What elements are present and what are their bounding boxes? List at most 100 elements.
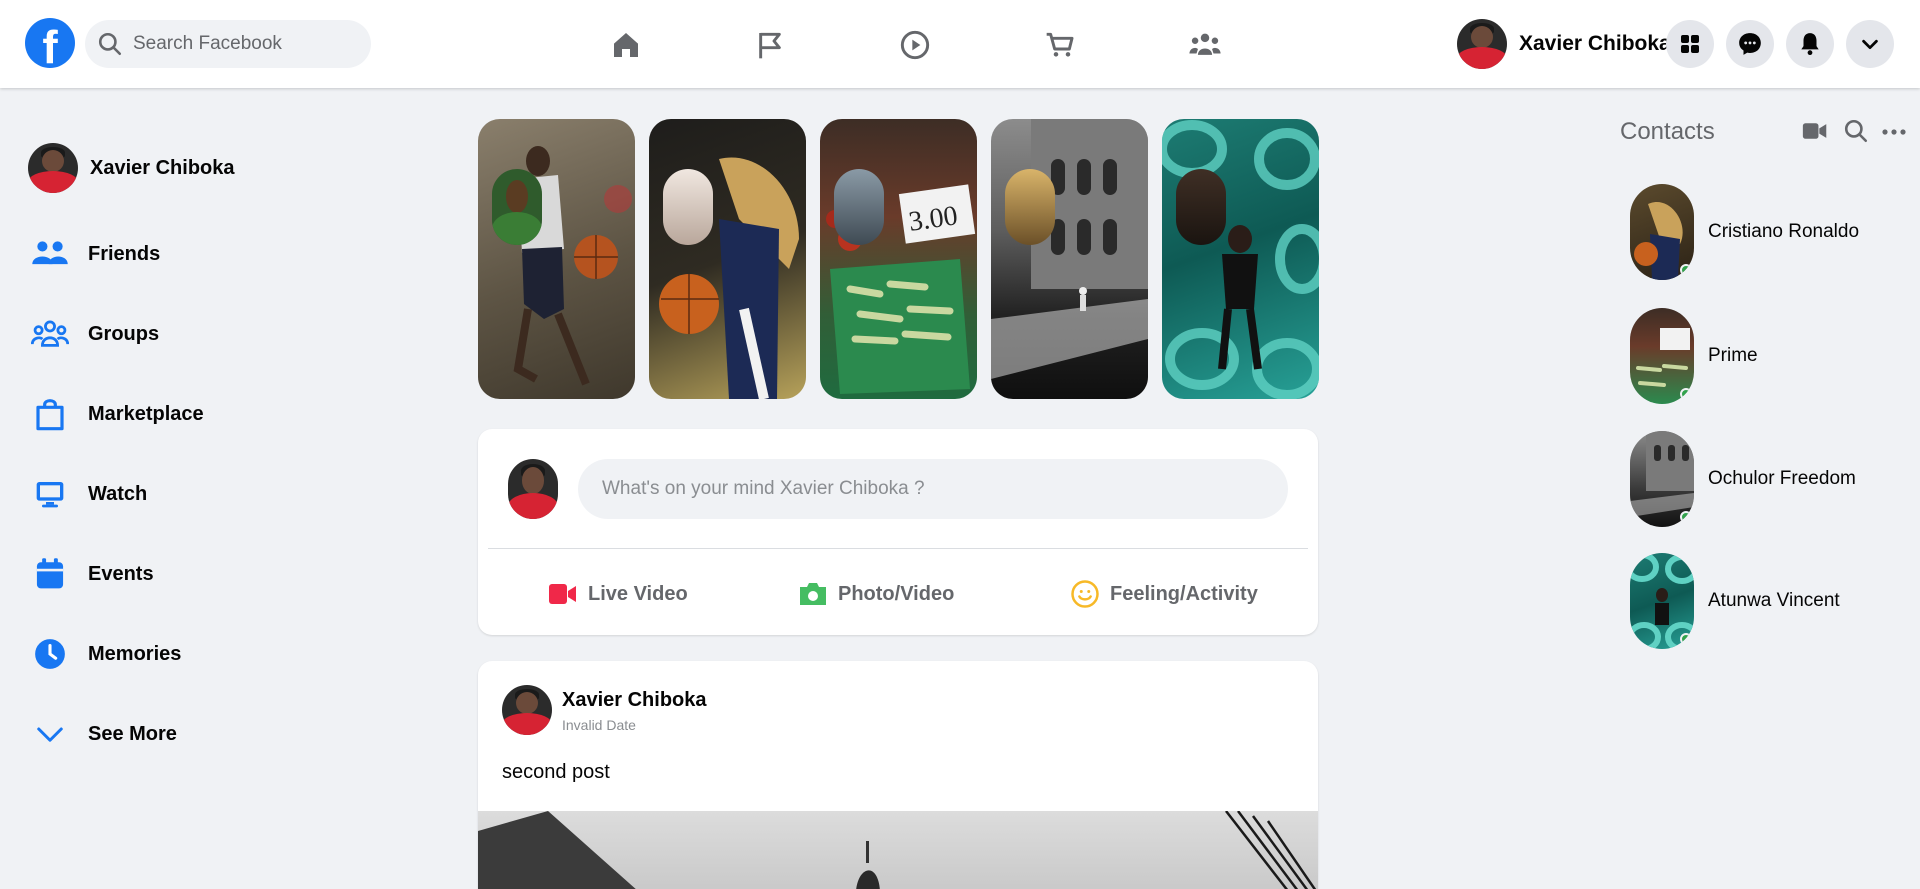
menu-button[interactable] — [1666, 20, 1714, 68]
chevron-down-icon — [37, 727, 63, 742]
post-composer: Live Video Photo/Video Feeling/Activity — [478, 429, 1318, 635]
messenger-icon — [1739, 33, 1761, 55]
sidebar-item-events[interactable]: Events — [28, 546, 348, 602]
search-input[interactable] — [133, 20, 361, 68]
post-text: second post — [502, 761, 610, 783]
contact-avatar — [1630, 431, 1694, 527]
contacts-search-button[interactable] — [1843, 118, 1869, 149]
story-image — [1162, 120, 1319, 399]
sidebar-item-label: Memories — [88, 642, 182, 665]
story-card[interactable] — [649, 119, 806, 399]
avatar — [508, 459, 558, 519]
chevron-down-icon — [1862, 39, 1878, 50]
new-room-button[interactable] — [1802, 120, 1828, 147]
groups-nav[interactable] — [1182, 22, 1228, 68]
sidebar-item-watch[interactable]: Watch — [28, 466, 348, 522]
story-avatar — [492, 169, 542, 245]
marketplace-nav[interactable] — [1037, 22, 1083, 68]
messenger-button[interactable] — [1726, 20, 1774, 68]
feeling-activity-label: Feeling/Activity — [1110, 582, 1258, 605]
contacts-title: Contacts — [1620, 118, 1715, 145]
story-image — [991, 119, 1148, 379]
sidebar-item-marketplace[interactable]: Marketplace — [28, 386, 348, 442]
online-indicator — [1680, 633, 1692, 645]
video-camera-icon — [549, 584, 576, 604]
story-avatar — [834, 169, 884, 245]
sidebar-item-profile[interactable]: Xavier Chiboka — [28, 140, 348, 196]
online-indicator — [1680, 388, 1692, 400]
contacts-options-button[interactable] — [1880, 120, 1908, 149]
story-card[interactable] — [1162, 119, 1319, 399]
story-avatar — [663, 169, 713, 245]
post-author[interactable]: Xavier Chiboka — [562, 689, 707, 712]
post-date: Invalid Date — [562, 717, 636, 733]
contact-avatar — [1630, 308, 1694, 404]
groups-icon — [1189, 33, 1221, 55]
pages-nav[interactable] — [747, 22, 793, 68]
photo-video-label: Photo/Video — [838, 582, 955, 605]
smiley-icon — [1071, 580, 1099, 608]
video-camera-icon — [1802, 123, 1827, 139]
contact-item[interactable]: Ochulor Freedom — [1630, 431, 1900, 527]
contact-name: Prime — [1708, 345, 1758, 366]
story-image: 3.00 — [826, 184, 976, 394]
online-indicator — [1680, 264, 1692, 276]
sidebar-item-label: Marketplace — [88, 402, 204, 425]
online-indicator — [1680, 511, 1692, 523]
sidebar-item-label: Friends — [88, 242, 161, 265]
sidebar-item-see-more[interactable]: See More — [28, 706, 348, 762]
contact-avatar — [1630, 553, 1694, 649]
marketplace-icon — [1046, 32, 1074, 57]
post-card: Xavier Chiboka Invalid Date second post — [478, 661, 1318, 889]
watch-nav[interactable] — [892, 22, 938, 68]
sidebar-item-memories[interactable]: Memories — [28, 626, 348, 682]
live-video-label: Live Video — [588, 582, 688, 605]
contact-name: Atunwa Vincent — [1708, 590, 1840, 611]
post-image-content — [478, 811, 1317, 889]
contact-name: Ochulor Freedom — [1708, 468, 1856, 489]
avatar[interactable] — [502, 685, 552, 735]
shopping-bag-icon — [36, 399, 64, 431]
contact-item[interactable]: Atunwa Vincent — [1630, 553, 1900, 649]
camera-icon — [800, 583, 826, 605]
story-card[interactable] — [478, 119, 635, 399]
avatar — [1457, 19, 1507, 69]
avatar — [28, 143, 78, 193]
story-avatar — [1176, 169, 1226, 245]
sidebar-item-label: Events — [88, 562, 154, 585]
live-video-button[interactable]: Live Video — [548, 574, 688, 614]
contact-avatar — [1630, 184, 1694, 280]
facebook-logo[interactable]: f — [25, 18, 75, 73]
calendar-icon — [36, 558, 64, 589]
story-card[interactable]: 3.00 — [820, 119, 977, 399]
top-navbar: f Xavier Chiboka — [0, 0, 1920, 88]
story-image — [513, 146, 632, 386]
profile-chip[interactable]: Xavier Chiboka — [1457, 18, 1671, 70]
sidebar-item-groups[interactable]: Groups — [28, 306, 348, 362]
contact-name: Cristiano Ronaldo — [1708, 221, 1860, 242]
feeling-activity-button[interactable]: Feeling/Activity — [1070, 574, 1258, 614]
more-icon — [1882, 129, 1906, 135]
search-box[interactable] — [85, 20, 371, 68]
story-avatar — [1005, 169, 1055, 245]
post-image[interactable] — [478, 811, 1318, 889]
story-card[interactable] — [991, 119, 1148, 399]
bell-icon — [1801, 33, 1819, 56]
photo-video-button[interactable]: Photo/Video — [798, 574, 954, 614]
sidebar-item-friends[interactable]: Friends — [28, 226, 348, 282]
contact-item[interactable]: Prime — [1630, 308, 1900, 404]
story-image — [659, 157, 799, 399]
contact-item[interactable]: Cristiano Ronaldo — [1630, 184, 1900, 280]
groups-icon — [31, 320, 69, 347]
home-icon — [614, 33, 638, 57]
status-input[interactable] — [578, 459, 1288, 519]
menu-grid-icon — [1681, 35, 1699, 53]
notifications-button[interactable] — [1786, 20, 1834, 68]
profile-name: Xavier Chiboka — [1519, 32, 1671, 55]
search-icon — [98, 32, 122, 56]
friends-icon — [32, 241, 68, 265]
sidebar-item-label: Groups — [88, 322, 160, 345]
flag-icon — [759, 32, 781, 59]
account-button[interactable] — [1846, 20, 1894, 68]
home-nav[interactable] — [603, 22, 649, 68]
